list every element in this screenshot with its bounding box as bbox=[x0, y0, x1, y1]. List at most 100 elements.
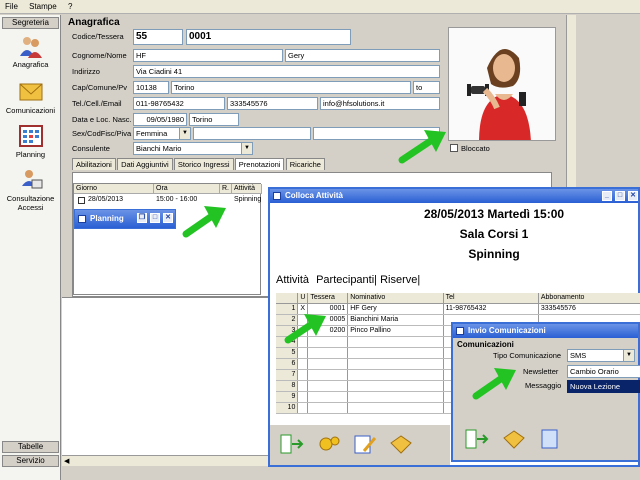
menu-stampe[interactable]: Stampe bbox=[24, 0, 61, 11]
table-row[interactable]: 1 X 0001 HF Gery 11-98765432 333545576 bbox=[276, 303, 640, 315]
messaggio-select[interactable]: Nuova Lezione bbox=[567, 380, 640, 393]
u-cell bbox=[297, 391, 309, 403]
planning-titlebar[interactable]: Planning ❐ □ ✕ bbox=[75, 210, 175, 228]
consulente-select[interactable]: Bianchi Mario ▼ bbox=[133, 142, 253, 155]
vertical-scrollbar[interactable] bbox=[566, 15, 576, 200]
nominativo-cell bbox=[347, 380, 444, 392]
rownum-cell: 5 bbox=[276, 347, 299, 359]
invio-titlebar[interactable]: Invio Comunicazioni bbox=[453, 324, 638, 338]
indirizzo-label: Indirizzo bbox=[72, 67, 100, 76]
nominativo-cell: HF Gery bbox=[347, 303, 444, 315]
close-icon[interactable]: ✕ bbox=[163, 213, 173, 223]
nominativo-cell: Pinco Pallino bbox=[347, 325, 444, 337]
col-nominativo[interactable]: Nominativo bbox=[347, 293, 444, 304]
consulente-value: Bianchi Mario bbox=[136, 144, 182, 153]
sex-label: Sex/CodFisc/Piva bbox=[72, 129, 132, 138]
cap-field[interactable]: 10138 bbox=[133, 81, 169, 94]
comune-field[interactable]: Torino bbox=[171, 81, 411, 94]
envelope-send-icon[interactable] bbox=[501, 428, 527, 450]
u-cell bbox=[297, 380, 309, 392]
section-title: Comunicazioni bbox=[457, 340, 514, 349]
menu-file[interactable]: File bbox=[0, 0, 22, 11]
sidebar-item-comunicazioni[interactable]: Comunicazioni bbox=[2, 80, 59, 115]
col-giorno[interactable]: Giorno bbox=[74, 184, 154, 194]
menu-bar: File Stampe ? bbox=[0, 0, 640, 14]
menu-help[interactable]: ? bbox=[63, 0, 76, 11]
sidebar-item-label: Planning bbox=[15, 150, 46, 159]
col-ora[interactable]: Ora bbox=[154, 184, 220, 194]
horizontal-scrollbar[interactable]: ◀ bbox=[62, 455, 268, 466]
close-icon[interactable]: ✕ bbox=[628, 191, 638, 201]
tab-prenotazioni[interactable]: Prenotazioni bbox=[234, 158, 285, 170]
chevron-down-icon: ▼ bbox=[241, 143, 252, 154]
tel-cell: 11-98765432 bbox=[443, 303, 539, 315]
newsletter-select[interactable]: Cambio Orario bbox=[567, 365, 640, 378]
tab-dati-aggiuntivi[interactable]: Dati Aggiuntivi bbox=[117, 158, 173, 170]
sidebar-tabelle[interactable]: Tabelle bbox=[2, 441, 59, 453]
row-checkbox[interactable] bbox=[78, 197, 85, 204]
tipo-value: SMS bbox=[570, 351, 587, 360]
tab-riserve[interactable]: Riserve bbox=[380, 274, 417, 286]
document-icon[interactable] bbox=[537, 428, 563, 450]
tessera-cell bbox=[307, 336, 349, 348]
exit-door-icon[interactable] bbox=[463, 428, 489, 450]
page-title: Anagrafica bbox=[68, 17, 120, 28]
tab-ricariche[interactable]: Ricariche bbox=[285, 158, 325, 170]
tessera-cell bbox=[307, 358, 349, 370]
attivita-cell: Spinning bbox=[234, 196, 262, 203]
sidebar-item-consultazione[interactable]: Consultazione Accessi bbox=[2, 168, 59, 212]
tab-attivita[interactable]: Attività bbox=[276, 274, 309, 286]
nome-field[interactable]: Gery bbox=[285, 49, 440, 62]
sidebar-header[interactable]: Segreteria bbox=[2, 17, 59, 29]
col-r[interactable]: R. bbox=[220, 184, 232, 194]
luogo-nascita-field[interactable]: Torino bbox=[189, 113, 239, 126]
data-nascita-field[interactable]: 09/05/1980 bbox=[133, 113, 187, 126]
exit-door-icon[interactable] bbox=[278, 433, 304, 455]
gears-icon[interactable] bbox=[316, 433, 342, 455]
maximize-icon[interactable]: □ bbox=[150, 213, 160, 223]
tessera-cell: 0200 bbox=[307, 325, 349, 337]
tab-abilitazioni[interactable]: Abilitazioni bbox=[72, 158, 116, 170]
nominativo-cell bbox=[347, 402, 444, 414]
tel-field[interactable]: 011-98765432 bbox=[133, 97, 225, 110]
tab-storico-ingressi[interactable]: Storico Ingressi bbox=[173, 158, 234, 170]
sidebar-item-planning[interactable]: Planning bbox=[2, 124, 59, 159]
email-field[interactable]: info@hfsolutions.it bbox=[320, 97, 440, 110]
edit-note-icon[interactable] bbox=[352, 433, 378, 455]
col-abbonamento[interactable]: Abbonamento bbox=[538, 293, 640, 304]
tessera-cell bbox=[307, 391, 349, 403]
col-tessera[interactable]: Tessera bbox=[307, 293, 349, 304]
sidebar-servizio[interactable]: Servizio bbox=[2, 455, 59, 467]
sex-select[interactable]: Femmina ▼ bbox=[133, 127, 191, 140]
scroll-left-icon[interactable]: ◀ bbox=[64, 457, 69, 465]
piva-field[interactable] bbox=[313, 127, 440, 140]
tipo-select[interactable]: SMS ▼ bbox=[567, 349, 635, 362]
colloca-titlebar[interactable]: Colloca Attività _ □ ✕ bbox=[270, 189, 638, 203]
planning-window[interactable]: Planning ❐ □ ✕ bbox=[74, 209, 176, 229]
codice-field[interactable]: 55 bbox=[133, 29, 183, 45]
minimize-icon[interactable]: _ bbox=[602, 191, 612, 201]
col-tel[interactable]: Tel bbox=[443, 293, 539, 304]
provincia-field[interactable]: to bbox=[413, 81, 440, 94]
col-attivita[interactable]: Attività bbox=[232, 184, 262, 194]
planning-title: Planning bbox=[90, 214, 124, 223]
prenotazioni-grid: Giorno Ora R. Attività 28/05/2013 15:00 … bbox=[73, 183, 262, 295]
cognome-field[interactable]: HF bbox=[133, 49, 283, 62]
tipo-label: Tipo Comunicazione bbox=[493, 351, 562, 360]
tessera-field[interactable]: 0001 bbox=[186, 29, 351, 45]
envelope-send-icon[interactable] bbox=[388, 433, 414, 455]
restore-icon[interactable]: ❐ bbox=[137, 213, 147, 223]
maximize-icon[interactable]: □ bbox=[615, 191, 625, 201]
col-u[interactable]: U bbox=[297, 293, 309, 304]
bloccato-checkbox[interactable] bbox=[450, 144, 458, 152]
tessera-cell bbox=[307, 402, 349, 414]
cell-field[interactable]: 333545576 bbox=[227, 97, 318, 110]
nominativo-cell bbox=[347, 336, 444, 348]
rownum-cell: 8 bbox=[276, 380, 299, 392]
codfisc-field[interactable] bbox=[193, 127, 311, 140]
indirizzo-field[interactable]: Via Ciadini 41 bbox=[133, 65, 440, 78]
cognome-label: Cognome/Nome bbox=[72, 51, 127, 60]
sidebar-item-anagrafica[interactable]: Anagrafica bbox=[2, 34, 59, 69]
tab-partecipanti[interactable]: Partecipanti bbox=[316, 274, 374, 286]
rownum-cell: 3 bbox=[276, 325, 299, 337]
